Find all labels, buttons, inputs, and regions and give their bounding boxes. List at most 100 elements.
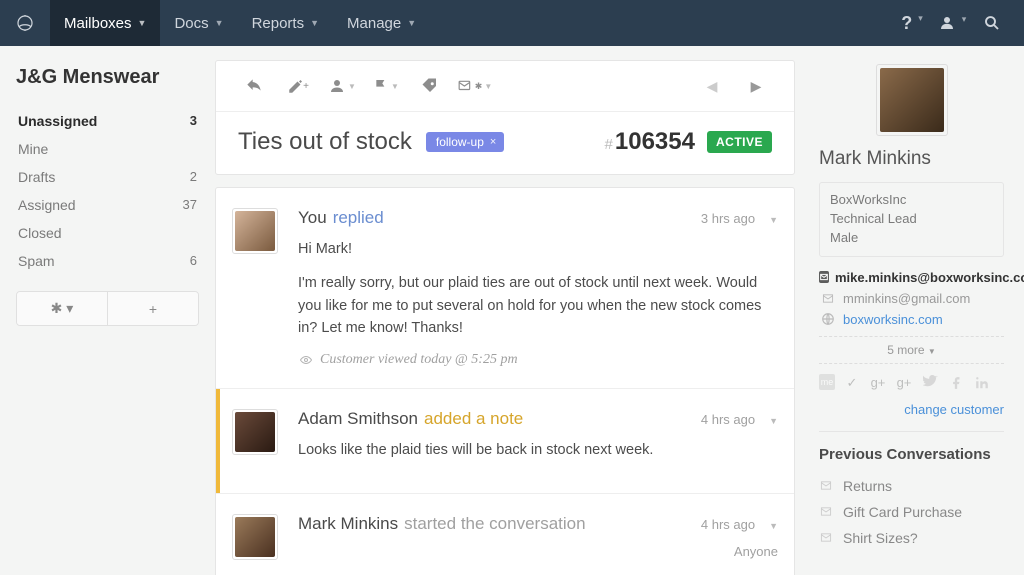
nav-docs[interactable]: Docs ▼	[160, 0, 237, 46]
avatar	[232, 409, 278, 455]
nav-label: Reports	[252, 15, 305, 32]
folder-mine[interactable]: Mine	[16, 135, 199, 163]
nav-label: Manage	[347, 15, 401, 32]
message-body: Hi there, I was hoping to order several …	[298, 571, 778, 575]
googleplus-icon[interactable]: g+	[895, 374, 913, 392]
message-author: Adam Smithson	[298, 409, 418, 429]
mail-icon	[819, 480, 835, 491]
message-author: Mark Minkins	[298, 514, 398, 534]
contact-email[interactable]: mminkins@gmail.com	[819, 288, 1004, 309]
status-badge: ACTIVE	[707, 131, 772, 153]
prev-conv-label: Gift Card Purchase	[843, 504, 962, 520]
more-actions-icon[interactable]: ✱▼	[452, 71, 496, 101]
folder-count: 37	[183, 197, 197, 213]
ticket-number: #106354	[605, 128, 695, 156]
settings-button[interactable]: ✱ ▾	[17, 292, 108, 325]
mail-icon	[819, 506, 835, 517]
tag-remove-icon[interactable]: ×	[490, 136, 496, 148]
caret-down-icon: ▼	[407, 18, 416, 28]
customer-name: Mark Minkins	[819, 148, 1004, 170]
folder-label: Closed	[18, 225, 62, 241]
folder-label: Assigned	[18, 197, 76, 213]
facebook-icon[interactable]	[947, 374, 965, 392]
nav-mailboxes[interactable]: Mailboxes ▼	[50, 0, 160, 46]
avatar	[232, 208, 278, 254]
folder-spam[interactable]: Spam 6	[16, 247, 199, 275]
assign-icon[interactable]: ▼	[320, 71, 364, 101]
tag-chip[interactable]: follow-up ×	[426, 132, 504, 152]
message-menu-icon[interactable]: ▼	[769, 416, 778, 426]
folder-count: 3	[190, 113, 197, 129]
ticket-card: + ▼ ▼ ✱▼ ◀ ▶ Ties out of stock follow-up…	[215, 60, 795, 175]
mail-icon	[819, 532, 835, 543]
viewed-indicator: Customer viewed today @ 5:25 pm	[298, 352, 778, 368]
prev-conversation[interactable]: Shirt Sizes?	[819, 525, 1004, 551]
mail-icon	[819, 291, 837, 305]
prev-conversation[interactable]: Returns	[819, 473, 1004, 499]
nav-label: Mailboxes	[64, 15, 132, 32]
prev-conversations-title: Previous Conversations	[819, 446, 1004, 463]
caret-down-icon: ▼	[215, 18, 224, 28]
prev-conversation[interactable]: Gift Card Purchase	[819, 499, 1004, 525]
folder-label: Unassigned	[18, 113, 97, 129]
help-icon[interactable]: ?▾	[892, 13, 932, 34]
toolbar: + ▼ ▼ ✱▼ ◀ ▶	[216, 61, 794, 111]
customer-avatar	[876, 64, 948, 136]
prev-conv-label: Shirt Sizes?	[843, 530, 918, 546]
subject-row: Ties out of stock follow-up × #106354 ACT…	[216, 111, 794, 174]
message-menu-icon[interactable]: ▼	[769, 215, 778, 225]
add-button[interactable]: +	[108, 292, 198, 325]
nav-manage[interactable]: Manage ▼	[333, 0, 430, 46]
customer-gender: Male	[830, 229, 993, 248]
note-icon[interactable]: +	[276, 71, 320, 101]
social-row: me ✓ g+ g+	[819, 374, 1004, 392]
folder-label: Mine	[18, 141, 48, 157]
avatar	[232, 514, 278, 560]
message-time: 4 hrs ago	[701, 517, 755, 532]
mailbox-title: J&G Menswear	[16, 66, 199, 89]
folder-closed[interactable]: Closed	[16, 219, 199, 247]
search-icon[interactable]	[972, 14, 1012, 32]
show-more-contacts[interactable]: 5 more ▼	[819, 336, 1004, 364]
flag-icon[interactable]: ▼	[364, 71, 408, 101]
folder-assigned[interactable]: Assigned 37	[16, 191, 199, 219]
reply-icon[interactable]	[232, 71, 276, 101]
customer-role: Technical Lead	[830, 210, 993, 229]
message-body: Looks like the plaid ties will be back i…	[298, 439, 778, 461]
conversation-panel: + ▼ ▼ ✱▼ ◀ ▶ Ties out of stock follow-up…	[215, 46, 799, 575]
googleplus-icon[interactable]: g+	[869, 374, 887, 392]
ticket-subject: Ties out of stock	[238, 128, 412, 156]
message-time: 3 hrs ago	[701, 211, 755, 226]
contact-email-primary[interactable]: mike.minkins@boxworksinc.com	[819, 267, 1004, 288]
caret-down-icon: ▼	[310, 18, 319, 28]
folder-label: Spam	[18, 253, 55, 269]
message-action: added a note	[424, 409, 523, 429]
folder-drafts[interactable]: Drafts 2	[16, 163, 199, 191]
customer-org: BoxWorksInc	[830, 191, 993, 210]
foursquare-icon[interactable]: ✓	[843, 374, 861, 392]
message-assignee: Anyone	[298, 544, 778, 559]
messages-card: You replied 3 hrs ago ▼ Hi Mark! I'm rea…	[215, 187, 795, 575]
linkedin-icon[interactable]	[973, 374, 991, 392]
mail-icon	[819, 271, 829, 283]
nav-reports[interactable]: Reports ▼	[238, 0, 333, 46]
folder-label: Drafts	[18, 169, 55, 185]
folder-count: 6	[190, 253, 197, 269]
message-menu-icon[interactable]: ▼	[769, 521, 778, 531]
tag-icon[interactable]	[408, 71, 452, 101]
user-menu-icon[interactable]: ▾	[932, 14, 972, 32]
customer-info-card: BoxWorksInc Technical Lead Male	[819, 182, 1004, 257]
next-ticket-icon[interactable]: ▶	[734, 71, 778, 101]
nav-label: Docs	[174, 15, 208, 32]
aboutme-icon[interactable]: me	[819, 374, 835, 390]
folder-unassigned[interactable]: Unassigned 3	[16, 107, 199, 135]
folder-count: 2	[190, 169, 197, 185]
twitter-icon[interactable]	[921, 374, 939, 392]
prev-ticket-icon[interactable]: ◀	[690, 71, 734, 101]
tag-label: follow-up	[436, 135, 484, 149]
caret-down-icon: ▼	[138, 18, 147, 28]
contact-website[interactable]: boxworksinc.com	[819, 309, 1004, 330]
logo-icon[interactable]	[0, 11, 50, 35]
message-author: You	[298, 208, 327, 228]
change-customer-link[interactable]: change customer	[819, 402, 1004, 417]
